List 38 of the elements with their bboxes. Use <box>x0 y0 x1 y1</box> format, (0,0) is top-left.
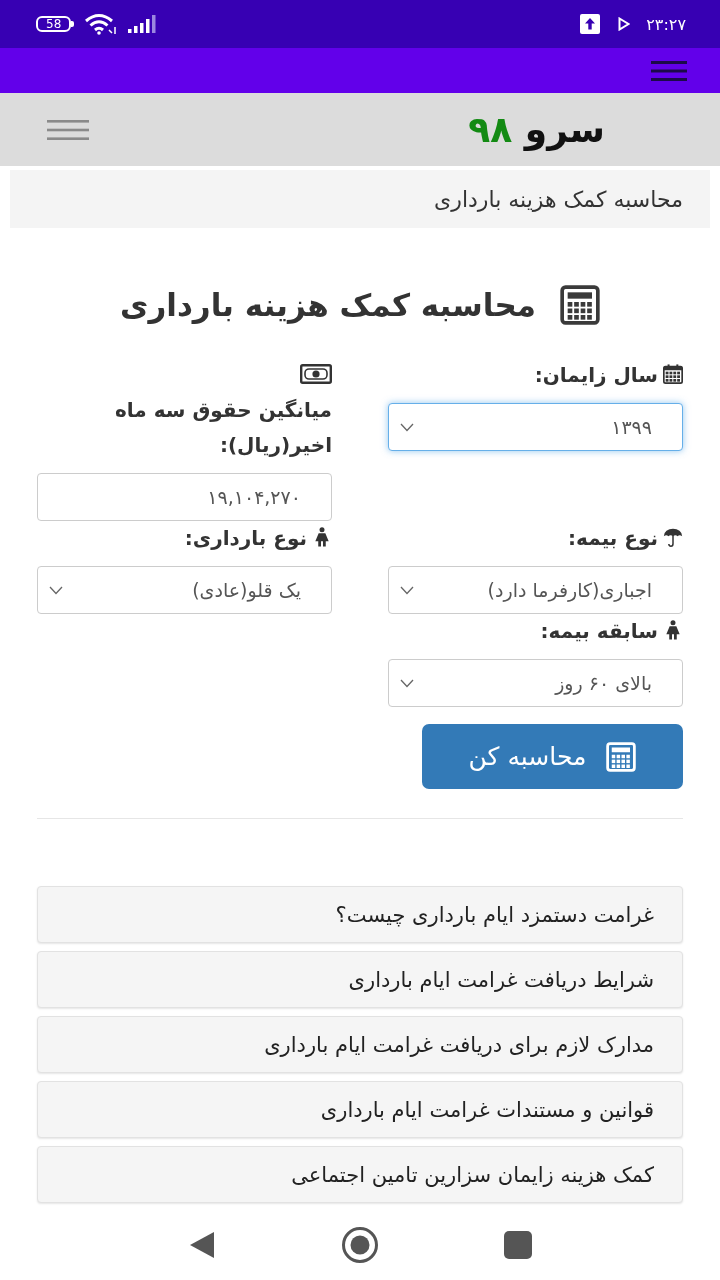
signal-bars-icon <box>128 15 159 33</box>
field-label: نوع بیمه: <box>568 525 658 552</box>
field-label: نوع بارداری: <box>184 525 307 552</box>
banknote-icon <box>300 364 332 384</box>
faq-link-item[interactable]: کمک هزینه زایمان سزارین تامین اجتماعی <box>37 1146 683 1203</box>
page-heading: محاسبه کمک هزینه بارداری <box>120 286 536 326</box>
upload-icon <box>580 14 601 34</box>
faq-link-item[interactable]: شرایط دریافت غرامت ایام بارداری <box>37 951 683 1008</box>
calculate-button[interactable]: محاسبه کن <box>422 724 683 789</box>
text-input-field[interactable]: ۱۹,۱۰۴,۲۷۰ <box>37 473 332 521</box>
umbrella-icon <box>663 527 683 547</box>
faq-link-item[interactable]: غرامت دستمزد ایام بارداری چیست؟ <box>37 886 683 943</box>
play-icon <box>618 17 631 31</box>
field-label: سابقه بیمه: <box>540 618 658 645</box>
dropdown-field[interactable]: اجباری(کارفرما دارد) <box>388 566 683 614</box>
chevron-down-icon <box>400 422 414 432</box>
faq-link-item[interactable]: مدارک لازم برای دریافت غرامت ایام بارداری <box>37 1016 683 1073</box>
site-logo[interactable]: سرو ۹۸ <box>468 107 605 152</box>
field-label: سال زایمان: <box>534 362 658 389</box>
calculator-icon <box>606 741 637 772</box>
wifi-icon <box>84 13 119 35</box>
chevron-down-icon <box>400 678 414 688</box>
calculator-icon <box>559 285 600 325</box>
chevron-down-icon <box>49 585 63 595</box>
battery-indicator: 58 <box>36 16 75 32</box>
field-label: میانگین حقوق سه ماه اخیر(ریال): <box>114 397 332 459</box>
recent-apps-icon[interactable] <box>504 1231 532 1259</box>
dropdown-field[interactable]: ۱۳۹۹ <box>388 403 683 451</box>
dropdown-field[interactable]: بالای ۶۰ روز <box>388 659 683 707</box>
breadcrumb-text: محاسبه کمک هزینه بارداری <box>434 186 683 212</box>
home-icon[interactable] <box>341 1226 379 1264</box>
chevron-down-icon <box>400 585 414 595</box>
clock-time: ۲۳:۲۷ <box>646 14 686 34</box>
calendar-icon <box>663 364 683 384</box>
menu-icon[interactable] <box>47 118 89 141</box>
dropdown-field[interactable]: یک قلو(عادی) <box>37 566 332 614</box>
back-icon[interactable] <box>189 1231 215 1259</box>
faq-link-item[interactable]: قوانین و مستندات غرامت ایام بارداری <box>37 1081 683 1138</box>
